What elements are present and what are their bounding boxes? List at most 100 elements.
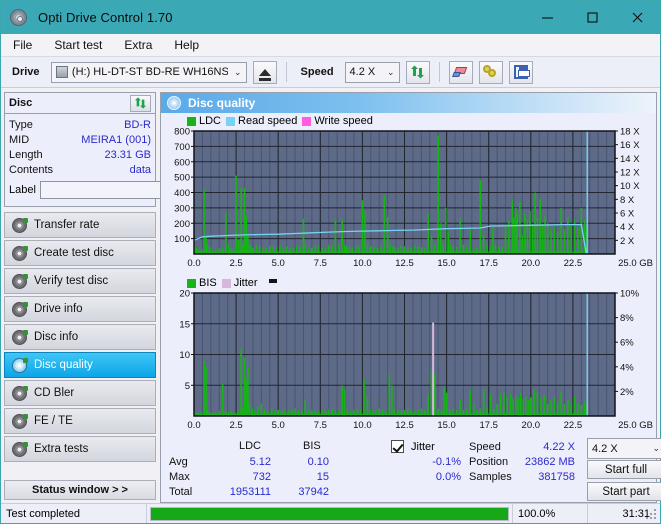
svg-text:10 X: 10 X <box>620 181 640 192</box>
legend-swatch <box>302 116 312 126</box>
svg-text:10.0: 10.0 <box>353 420 372 431</box>
sidebar-item-verify-test-disc[interactable]: Verify test disc <box>4 268 156 294</box>
disc-row-type: Type BD-R <box>9 117 151 132</box>
disc-panel: Disc Type BD-R MID MEIRA1 (001) Length 2… <box>4 92 238 207</box>
disc-length-label: Length <box>9 148 43 161</box>
eject-icon <box>258 68 271 81</box>
svg-text:4%: 4% <box>620 362 634 373</box>
menu-bar: File Start test Extra Help <box>1 34 660 57</box>
svg-text:2 X: 2 X <box>620 236 635 247</box>
disc-quality-icon <box>12 357 28 373</box>
create-test-disc-icon <box>12 245 28 261</box>
svg-text:17.5: 17.5 <box>479 258 498 269</box>
disc-mid-value: MEIRA1 (001) <box>81 133 151 146</box>
status-window-button[interactable]: Status window > > <box>4 480 156 500</box>
content-area: Disc Type BD-R MID MEIRA1 (001) Length 2… <box>1 89 661 503</box>
stats-row-max-label: Max <box>169 471 190 483</box>
drive-value: (H:) HL-DT-ST BD-RE WH16NS48 1.D3 <box>71 66 228 78</box>
save-button[interactable] <box>508 60 533 84</box>
bis-jitter-chart-svg: 5 10 15 20 2% 4% 6% 8% 10% 0.0 2.5 5.0 7.5 10.0 12.5 15… <box>179 290 653 431</box>
sidebar-item-label: Transfer rate <box>34 219 100 231</box>
stats-row-total-label: Total <box>169 486 193 498</box>
refresh-button[interactable] <box>405 60 430 84</box>
window-controls <box>525 1 660 34</box>
svg-text:6%: 6% <box>620 338 634 349</box>
svg-text:10.0: 10.0 <box>353 258 372 269</box>
controls-block: 4.22 X 23862 MB 381758 4.2 X ⌄ Start ful… <box>521 438 661 501</box>
svg-text:0.0: 0.0 <box>187 258 200 269</box>
menu-help[interactable]: Help <box>172 36 201 54</box>
position-row-value: 23862 MB <box>524 456 575 468</box>
disc-panel-body: Type BD-R MID MEIRA1 (001) Length 23.31 … <box>5 114 238 206</box>
svg-text:600: 600 <box>174 157 190 168</box>
jitter-label: Jitter <box>411 441 435 453</box>
svg-text:16 X: 16 X <box>620 140 640 151</box>
sidebar-item-label: Disc quality <box>34 359 93 371</box>
page-title: Disc quality <box>188 96 256 110</box>
legend-label: Write speed <box>314 115 373 127</box>
status-message: Test completed <box>1 504 147 523</box>
svg-text:15: 15 <box>179 319 190 330</box>
start-part-button[interactable]: Start part <box>587 482 661 501</box>
chevron-down-icon: ⌄ <box>652 443 660 453</box>
window-title: Opti Drive Control 1.70 <box>38 10 173 25</box>
disc-label-row: Label <box>9 179 238 201</box>
stats-max-bis: 15 <box>316 471 329 483</box>
resize-grip-icon[interactable] <box>646 509 658 521</box>
svg-text:2.5: 2.5 <box>229 258 242 269</box>
refresh-icon <box>411 65 425 79</box>
sidebar-item-fe-te[interactable]: FE / TE <box>4 408 156 434</box>
disc-info-icon <box>12 329 28 345</box>
maximize-icon[interactable] <box>570 1 615 34</box>
svg-text:8 X: 8 X <box>620 195 635 206</box>
sidebar-item-extra-tests[interactable]: Extra tests <box>4 436 156 462</box>
stats-avg-ldc: 5.12 <box>249 456 271 468</box>
menu-file[interactable]: File <box>11 36 34 54</box>
erase-button[interactable] <box>448 60 473 84</box>
ldc-legend: LDC Read speed Write speed <box>161 113 656 128</box>
sidebar-item-drive-info[interactable]: Drive info <box>4 296 156 322</box>
legend-label: LDC <box>199 115 222 127</box>
jitter-marker-icon <box>268 278 277 283</box>
jitter-block: Jitter -0.1% 0.0% Speed Position Samples <box>391 440 521 498</box>
disc-contents-label: Contents <box>9 163 54 176</box>
refresh-icon <box>134 97 147 109</box>
menu-extra[interactable]: Extra <box>122 36 154 54</box>
sidebar-item-create-test-disc[interactable]: Create test disc <box>4 240 156 266</box>
eject-button[interactable] <box>252 60 277 84</box>
minimize-icon[interactable] <box>525 1 570 34</box>
toolbar: Drive (H:) HL-DT-ST BD-RE WH16NS48 1.D3 … <box>1 57 660 88</box>
sidebar-item-transfer-rate[interactable]: Transfer rate <box>4 212 156 238</box>
speed-select[interactable]: 4.2 X ⌄ <box>344 61 400 83</box>
samples-row-value: 381758 <box>538 471 575 483</box>
svg-text:8%: 8% <box>620 313 634 324</box>
svg-text:400: 400 <box>174 188 190 199</box>
svg-text:25.0 GB: 25.0 GB <box>618 420 653 431</box>
jitter-checkbox[interactable] <box>391 440 404 453</box>
sidebar-item-disc-quality[interactable]: Disc quality <box>4 352 156 378</box>
sidebar-item-disc-info[interactable]: Disc info <box>4 324 156 350</box>
speed-value: 4.2 X <box>349 66 376 78</box>
legend-write-speed: Write speed <box>302 115 373 127</box>
svg-text:5: 5 <box>185 381 190 392</box>
drive-select[interactable]: (H:) HL-DT-ST BD-RE WH16NS48 1.D3 ⌄ <box>50 61 247 83</box>
legend-swatch <box>187 116 196 126</box>
start-full-button[interactable]: Start full <box>587 460 661 479</box>
test-speed-select[interactable]: 4.2 X ⌄ <box>587 438 661 459</box>
tools-button[interactable] <box>478 60 503 84</box>
stats-col-ldc: LDC <box>239 440 262 452</box>
sidebar-item-cd-bler[interactable]: CD Bler <box>4 380 156 406</box>
close-icon[interactable] <box>615 1 660 34</box>
transfer-rate-icon <box>12 217 28 233</box>
samples-row-label: Samples <box>469 471 512 483</box>
stats-avg-bis: 0.10 <box>307 456 329 468</box>
svg-text:6 X: 6 X <box>620 209 635 220</box>
menu-start-test[interactable]: Start test <box>52 36 104 54</box>
ldc-chart: 100 200 300 400 500 600 700 800 2 X 4 X 6 X 8 X 10 X… <box>161 128 656 274</box>
svg-text:10: 10 <box>179 350 190 361</box>
disc-refresh-button[interactable] <box>130 94 151 112</box>
ldc-chart-svg: 100 200 300 400 500 600 700 800 2 X 4 X 6 X 8 X 10 X… <box>174 128 653 269</box>
svg-text:15.0: 15.0 <box>437 420 456 431</box>
svg-text:15.0: 15.0 <box>437 258 456 269</box>
svg-text:5.0: 5.0 <box>272 420 285 431</box>
